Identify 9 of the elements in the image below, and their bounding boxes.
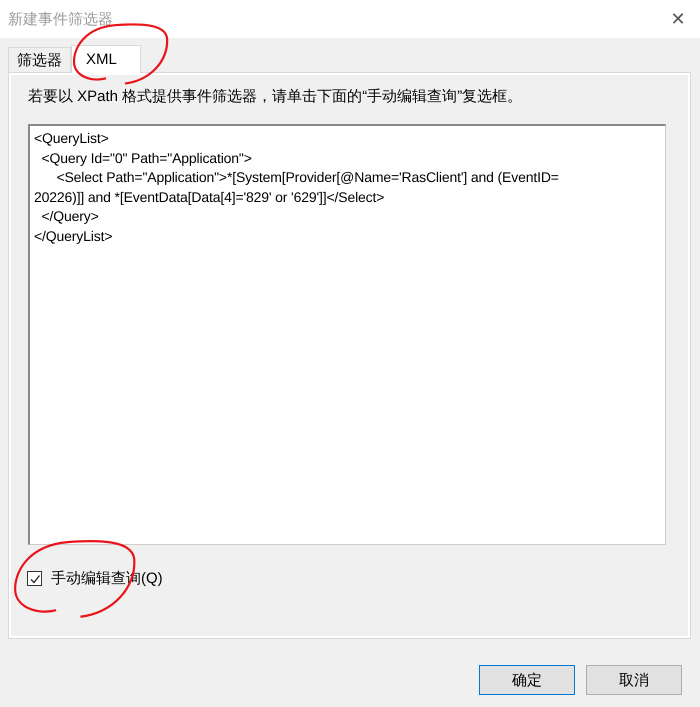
- instruction-text: 若要以 XPath 格式提供事件筛选器，请单击下面的“手动编辑查询”复选框。: [28, 87, 524, 107]
- tab[interactable]: 筛选器: [8, 47, 71, 72]
- window-title: 新建事件筛选器: [8, 10, 113, 28]
- tab[interactable]: XML: [71, 45, 141, 73]
- close-button[interactable]: ✕: [660, 0, 696, 38]
- dialog-button[interactable]: 取消: [586, 665, 682, 695]
- dialog-button[interactable]: 确定: [479, 665, 575, 695]
- query-text-area[interactable]: <QueryList> <Query Id="0" Path="Application"> <Select Path="Application">*[System[Provider[@Name='RasClient'] and (EventID= 20226)]] and *[EventData[Data[4]='829' or '629']]</Select> </Query> </QueryList>: [28, 124, 666, 545]
- checkbox[interactable]: [27, 571, 42, 586]
